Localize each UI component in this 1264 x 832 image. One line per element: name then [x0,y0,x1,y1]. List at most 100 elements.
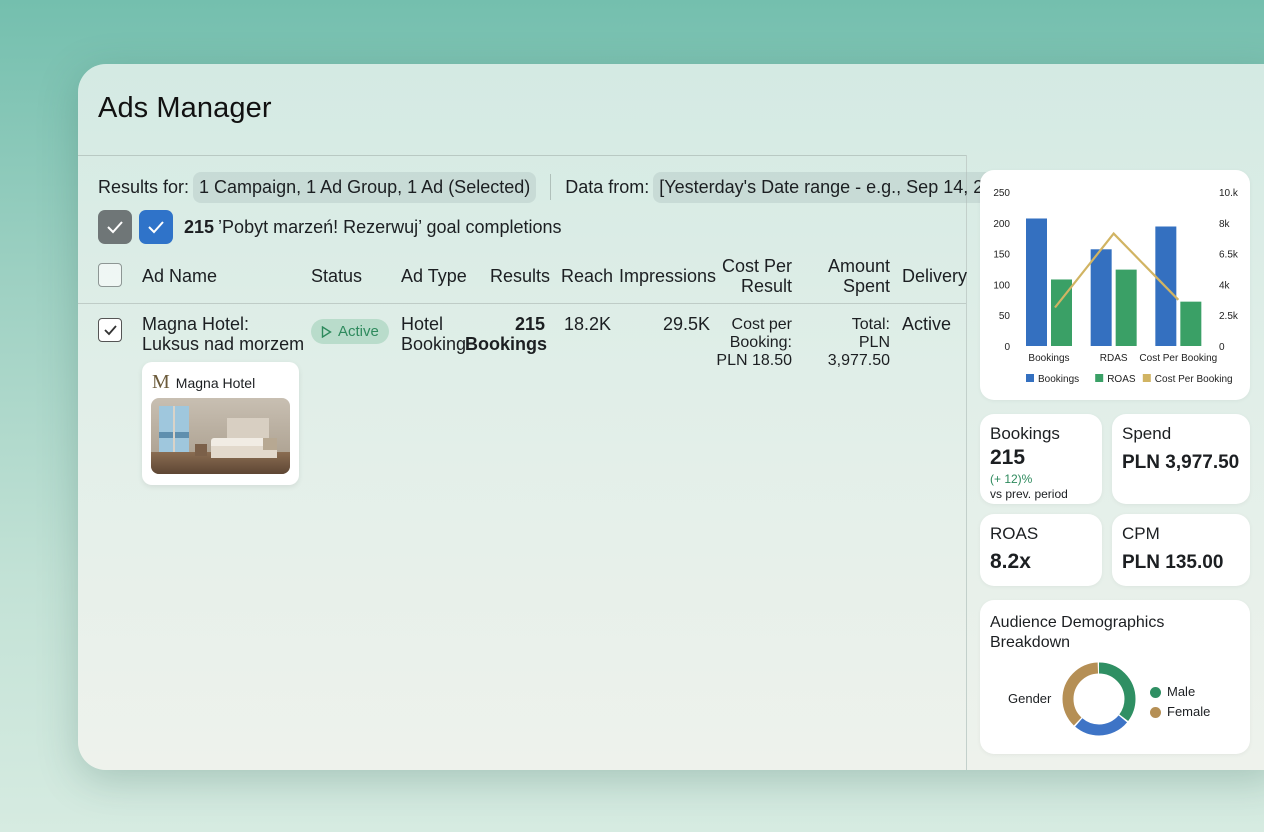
delivery-value: Active [902,314,952,334]
col-ad-name[interactable]: Ad Name [142,266,217,287]
results-for-label: Results for: [98,176,190,197]
goal-summary: 215 ’Pobyt marzeń! Rezerwuj’ goal comple… [98,210,562,244]
y2-tick-label: 4k [1219,280,1231,291]
col-impressions[interactable]: Impressions [619,266,716,287]
legend-label: ROAS [1107,374,1136,385]
bar-roas [1115,269,1137,346]
kpi-roas-label: ROAS [990,524,1039,543]
kpi-roas-value: 8.2x [990,550,1031,573]
filter-bar: Results for: 1 Campaign, 1 Ad Group, 1 A… [98,170,1025,204]
hotel-room-illustration [151,398,290,474]
legend-female: Female [1150,702,1210,722]
kpi-bookings-card: Bookings 215 (+ 12)% vs prev. period [980,414,1102,504]
goal-text: ’Pobyt marzeń! Rezerwuj’ goal completion… [218,216,562,237]
kpi-bookings-label: Bookings [990,424,1060,443]
x-tick-label: Cost Per Booking [1139,353,1217,364]
ad-type-line1: Hotel [401,314,444,334]
col-amount-spent-line1: Amount [827,256,890,276]
y-tick-label: 100 [993,280,1010,291]
legend-male-dot [1150,686,1161,698]
legend-male: Male [1150,682,1210,702]
select-all-toggle[interactable] [98,210,132,244]
goal-checkbox[interactable] [139,210,173,244]
x-tick-label: Bookings [1028,353,1069,364]
bar-bookings [1026,218,1047,346]
kpi-bookings-delta: (+ 12)% [990,472,1033,486]
header-divider [78,155,966,156]
col-amount-spent[interactable]: Amount Spent [818,256,890,296]
legend-swatch [1142,374,1151,382]
y2-tick-label: 0 [1219,342,1225,353]
kpi-bookings-sub: vs prev. period [990,487,1068,501]
results-for-selector[interactable]: 1 Campaign, 1 Ad Group, 1 Ad (Selected) [193,171,537,203]
y-tick-label: 0 [1004,342,1010,353]
cpr-line1: Cost per [731,316,792,333]
row-checkbox[interactable] [98,318,122,342]
ad-type-line2: Booking [401,334,467,354]
kpi-spend-value: PLN 3,977.50 [1122,452,1240,473]
status-badge: Active [311,319,389,344]
status-text: Active [338,323,379,340]
results-value: 215 Bookings [465,314,548,354]
col-ad-type[interactable]: Ad Type [401,266,467,287]
col-amount-spent-line2: Spent [842,276,890,296]
date-range-selector[interactable]: [Yesterday's Date range - e.g., Sep 14, … [653,171,1025,203]
demographics-title-line2: Breakdown [990,634,1071,651]
kpi-cpm-value: PLN 135.00 [1122,552,1224,573]
performance-chart-card: 0 50 100 150 200 250 0 2.5k 4k 6.5k 8k 10.k Bookings… [980,170,1250,400]
demographics-card: Audience Demographics Breakdown Gender M… [980,600,1250,754]
gender-label: Gender [1008,691,1052,706]
ads-manager-window: Ads Manager Results for: 1 Campaign, 1 A… [78,64,1264,770]
spent-line2: PLN 3,977.50 [827,334,890,369]
kpi-cpm-label: CPM [1122,524,1160,543]
y-tick-label: 250 [993,188,1010,199]
check-icon [107,221,123,234]
ad-brand: M Magna Hotel [152,371,255,394]
col-results[interactable]: Results [490,266,550,287]
col-cost-per-result-line1: Cost Per [721,256,792,276]
legend-male-label: Male [1167,684,1196,699]
demographics-title: Audience Demographics Breakdown [990,613,1164,653]
cost-per-result-value: Cost per Booking: PLN 18.50 [708,316,792,370]
bar-bookings [1090,249,1112,346]
y2-tick-label: 10.k [1219,188,1239,199]
performance-chart: 0 50 100 150 200 250 0 2.5k 4k 6.5k 8k 10.k Bookings… [993,188,1239,385]
col-cost-per-result[interactable]: Cost Per Result [718,256,792,296]
ad-type: Hotel Booking [401,314,466,354]
goal-count: 215 [184,216,215,237]
y2-tick-label: 6.5k [1219,250,1239,261]
reach-value: 18.2K [564,314,612,334]
impressions-value: 29.5K [662,314,710,334]
check-icon [148,221,164,234]
gender-donut-chart [1062,662,1136,736]
x-tick-label: RDAS [1100,353,1128,364]
y-tick-label: 200 [993,219,1010,230]
y-tick-label: 50 [999,311,1011,322]
ad-name-line1: Magna Hotel: [142,314,250,334]
results-unit: Bookings [465,334,548,354]
y2-tick-label: 8k [1219,219,1231,230]
play-icon [321,325,332,338]
ad-brand-name: Magna Hotel [175,374,256,391]
kpi-bookings-value: 215 [990,446,1026,469]
col-status[interactable]: Status [311,266,362,287]
hotel-logo-icon: M [152,371,170,393]
legend-swatch [1095,374,1104,382]
sidebar-divider [966,155,967,770]
page-title: Ads Manager [98,92,272,124]
header-checkbox[interactable] [98,263,122,287]
legend-swatch [1026,374,1034,382]
spent-line1: Total: [851,316,890,333]
ad-preview-card[interactable]: M Magna Hotel [142,362,299,485]
col-cost-per-result-line2: Result [740,276,792,296]
col-reach[interactable]: Reach [561,266,613,287]
demographics-title-line1: Audience Demographics [990,614,1165,631]
ad-name[interactable]: Magna Hotel: Luksus nad morzem [142,314,304,354]
y-tick-label: 150 [993,250,1010,261]
table-header: Ad Name Status Ad Type Results Reach Imp… [78,254,967,304]
kpi-roas-card: ROAS 8.2x [980,514,1102,586]
hotel-room-image [151,398,290,474]
y2-tick-label: 2.5k [1219,311,1239,322]
filter-separator [550,174,552,200]
col-delivery[interactable]: Delivery [902,266,967,287]
